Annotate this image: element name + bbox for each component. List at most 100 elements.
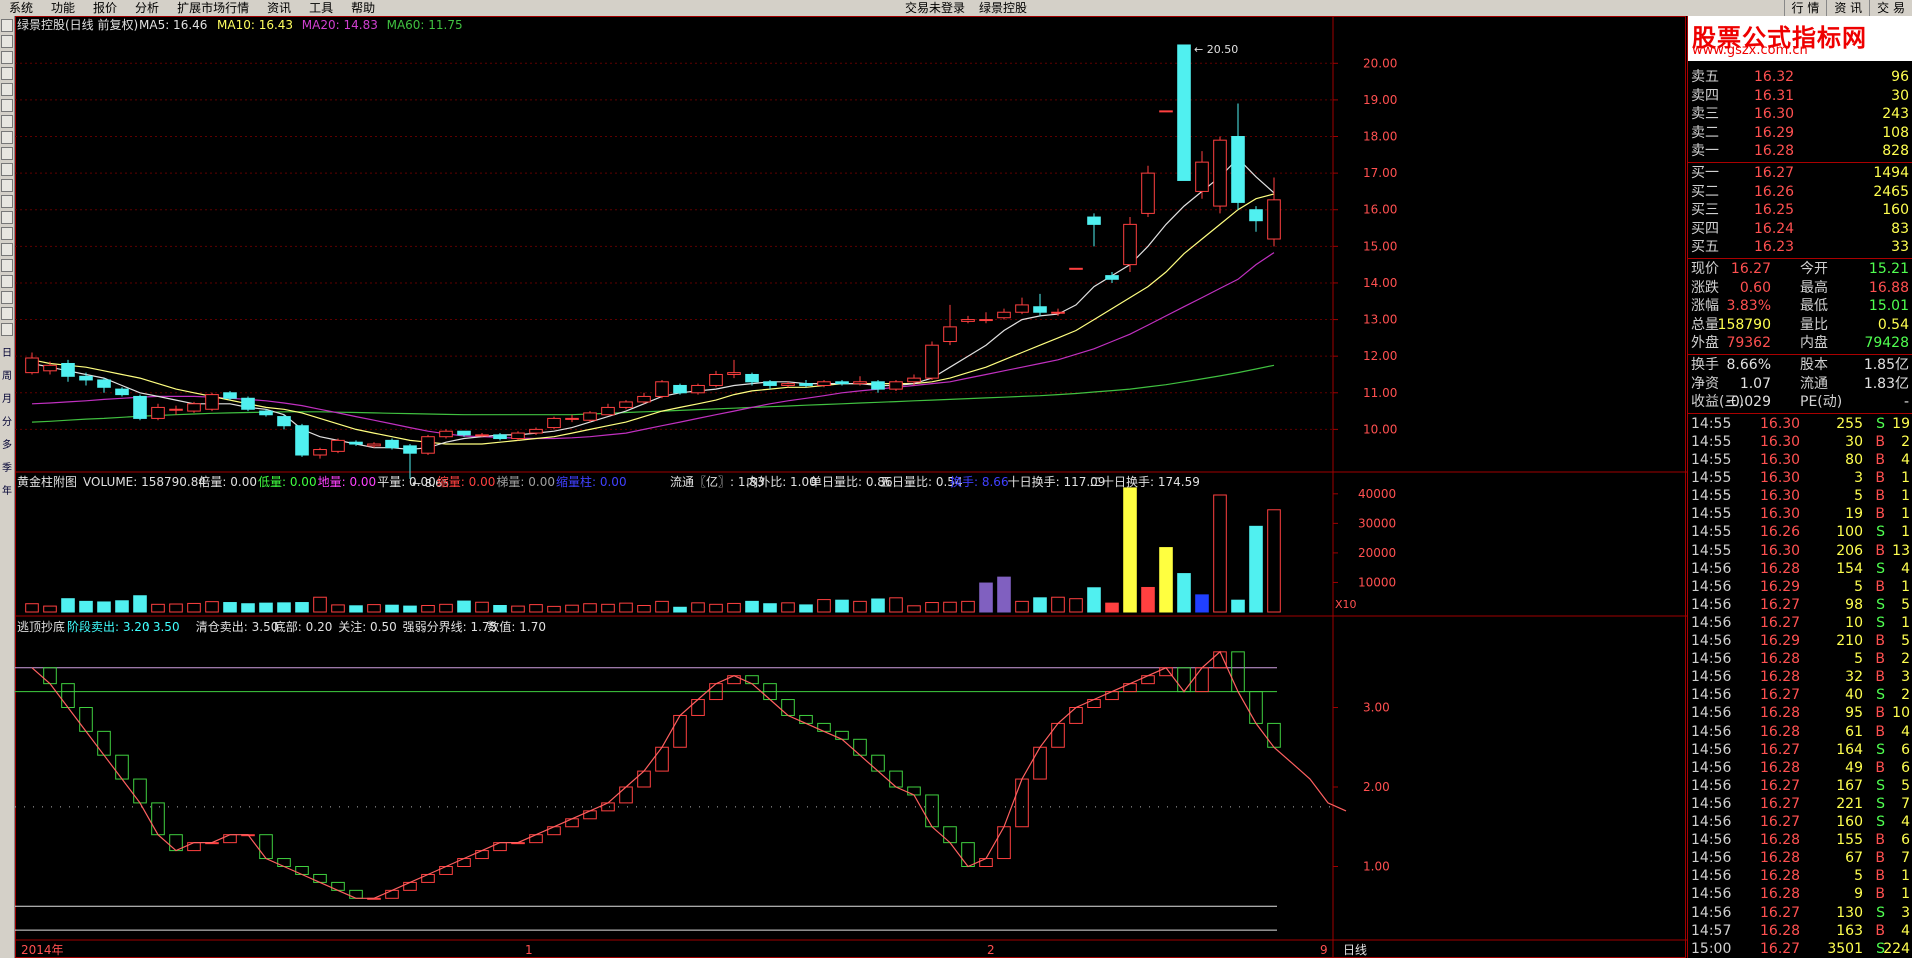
volume-bar	[151, 603, 165, 613]
menu-item-4[interactable]: 扩展市场行情	[168, 0, 258, 16]
toolbar-icon-6[interactable]	[1, 115, 13, 128]
price-tick-label: 19.00	[1363, 93, 1397, 107]
tick-price: 16.28	[1760, 868, 1801, 885]
volume-bar	[1231, 599, 1245, 613]
menu-item-7[interactable]: 帮助	[342, 0, 384, 16]
period-button-5[interactable]: 季	[0, 459, 14, 474]
candle	[223, 392, 237, 399]
volume-bar	[997, 576, 1011, 613]
price-tick-label: 14.00	[1363, 276, 1397, 290]
menu-item-2[interactable]: 报价	[84, 0, 126, 16]
toolbar-icon-10[interactable]	[1, 179, 13, 192]
site-logo: 股票公式指标网 www.gszx.com.cn	[1688, 16, 1912, 61]
candle	[691, 384, 705, 394]
indicator-box	[529, 834, 543, 844]
volume-bar	[637, 605, 651, 613]
kline-chart[interactable]: 20.0019.0018.0017.0016.0015.0014.0013.00…	[15, 16, 1687, 958]
menu-item-0[interactable]: 系统	[0, 0, 42, 16]
tick-price: 16.28	[1760, 886, 1801, 903]
indicator-box	[655, 746, 669, 772]
tick-time: 14:56	[1691, 723, 1732, 740]
volume-bar	[853, 600, 867, 613]
ask-row: 卖四 16.31 30	[1688, 87, 1912, 105]
menu-item-6[interactable]: 工具	[300, 0, 342, 16]
toolbar-icon-15[interactable]	[1, 259, 13, 272]
indicator-box	[1141, 675, 1155, 685]
volume-bar	[1051, 596, 1065, 613]
ind-tick-label: 2.00	[1363, 780, 1390, 794]
toolbar-icon-12[interactable]	[1, 211, 13, 224]
quote-panel: 股票公式指标网 www.gszx.com.cn 卖五 16.32 96 卖四 16.31…	[1687, 16, 1912, 958]
ask-name: 卖四	[1691, 87, 1719, 104]
toolbar-icon-2[interactable]	[1, 51, 13, 64]
tick-row: 14:55 16.26 100 S 1	[1688, 523, 1912, 541]
toolbar-icon-0[interactable]	[1, 19, 13, 32]
volume-bar	[1105, 602, 1119, 613]
candle	[979, 319, 993, 322]
tick-row: 14:55 16.30 255 S 19	[1688, 415, 1912, 433]
bid-name: 买五	[1691, 239, 1719, 256]
left-toolbar: 日周月分多季年	[0, 16, 15, 958]
toolbar-icon-3[interactable]	[1, 67, 13, 80]
candle	[997, 311, 1011, 319]
menu-item-5[interactable]: 资讯	[258, 0, 300, 16]
menu-item-1[interactable]: 功能	[42, 0, 84, 16]
candle	[403, 445, 417, 454]
tick-time: 14:56	[1691, 614, 1732, 631]
toolbar-icon-18[interactable]	[1, 307, 13, 320]
indicator-legend-0: 阶段卖出: 3.20	[67, 619, 150, 634]
toolbar-icon-1[interactable]	[1, 35, 13, 48]
candle	[151, 406, 165, 419]
tick-side: S	[1876, 795, 1885, 812]
toolbar-icon-7[interactable]	[1, 131, 13, 144]
tick-price: 16.27	[1760, 596, 1801, 613]
period-button-3[interactable]: 分	[0, 413, 14, 428]
indicator-legend-6: 数值: 1.70	[487, 619, 546, 634]
toolbar-icon-4[interactable]	[1, 83, 13, 96]
period-button-6[interactable]: 年	[0, 482, 14, 497]
period-button-4[interactable]: 多	[0, 436, 14, 451]
toolbar-icon-5[interactable]	[1, 99, 13, 112]
mode-tab-0[interactable]: 行 情	[1783, 0, 1827, 16]
indicator-box	[1105, 691, 1119, 701]
tick-side: S	[1876, 687, 1885, 704]
tick-row: 14:57 16.28 163 B 4	[1688, 922, 1912, 940]
volume-bar	[1087, 587, 1101, 613]
candle	[529, 428, 543, 434]
menu-item-3[interactable]: 分析	[126, 0, 168, 16]
volume-bar	[871, 598, 885, 613]
tick-row: 14:56 16.28 154 S 4	[1688, 560, 1912, 578]
period-button-1[interactable]: 周	[0, 367, 14, 382]
toolbar-icon-11[interactable]	[1, 195, 13, 208]
tick-side: B	[1875, 452, 1885, 468]
toolbar-icon-17[interactable]	[1, 291, 13, 304]
period-button-2[interactable]: 月	[0, 390, 14, 405]
tick-row: 14:55 16.30 5 B 1	[1688, 487, 1912, 505]
tick-row: 14:56 16.28 61 B 4	[1688, 723, 1912, 741]
candle	[61, 362, 75, 377]
candle	[565, 417, 579, 420]
tick-count: 1	[1901, 578, 1910, 595]
period-button-0[interactable]: 日	[0, 344, 14, 359]
indicator-box	[97, 730, 111, 756]
bid-name: 买一	[1691, 165, 1719, 181]
indicator-box	[349, 889, 363, 899]
tick-side: B	[1875, 433, 1885, 450]
toolbar-icon-13[interactable]	[1, 227, 13, 240]
mode-tab-2[interactable]: 交 易	[1869, 0, 1912, 16]
volume-bar	[511, 605, 525, 613]
tick-price: 16.30	[1760, 433, 1801, 450]
toolbar-icon-8[interactable]	[1, 147, 13, 160]
toolbar-icon-16[interactable]	[1, 275, 13, 288]
tick-volume: 210	[1836, 633, 1863, 649]
tick-time: 14:55	[1691, 415, 1732, 432]
toolbar-icon-14[interactable]	[1, 243, 13, 256]
volume-bar	[1033, 597, 1047, 613]
mode-tab-1[interactable]: 资 讯	[1826, 0, 1869, 16]
toolbar-icon-19[interactable]	[1, 323, 13, 336]
field-name: 净资	[1691, 375, 1719, 392]
candle	[709, 373, 723, 386]
toolbar-icon-9[interactable]	[1, 163, 13, 176]
ask-name: 卖二	[1691, 124, 1719, 141]
period-label[interactable]: 日线	[1343, 943, 1367, 957]
